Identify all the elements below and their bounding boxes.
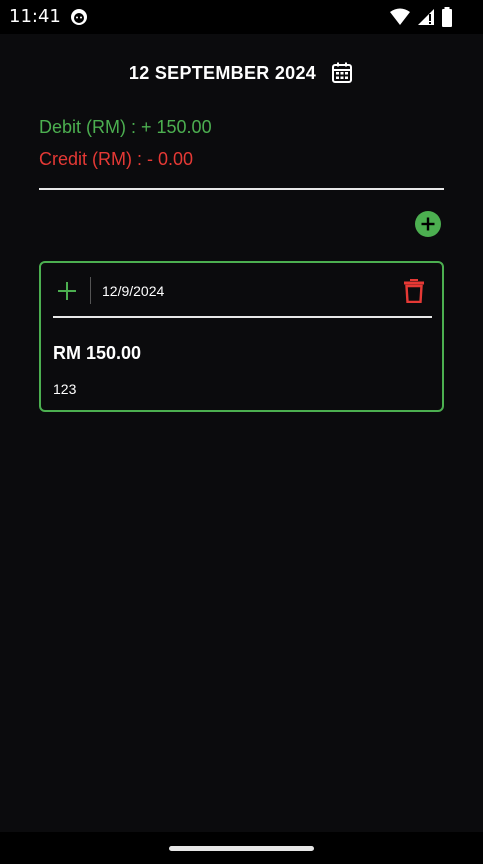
entry-note: 123 <box>53 381 77 397</box>
signal-icon <box>418 9 434 25</box>
app-notification-icon <box>71 9 87 25</box>
battery-icon <box>442 7 452 27</box>
delete-entry-button[interactable] <box>402 277 426 305</box>
trash-icon <box>404 279 424 303</box>
wifi-icon <box>390 8 410 25</box>
entry-type-toggle[interactable] <box>55 279 79 303</box>
home-indicator[interactable] <box>169 846 314 851</box>
header: 12 SEPTEMBER 2024 <box>0 58 483 88</box>
debit-total: Debit (RM) : + 150.00 <box>39 117 212 137</box>
status-icons <box>389 7 453 27</box>
entry-date[interactable]: 12/9/2024 <box>102 283 164 299</box>
date-title: 12 SEPTEMBER 2024 <box>128 62 317 83</box>
entry-divider <box>53 316 432 318</box>
status-time: 11:41 <box>9 6 61 27</box>
summary-divider <box>39 188 444 190</box>
entry-separator <box>90 277 91 304</box>
entry-card[interactable]: 12/9/2024 RM 150.00 123 <box>39 261 444 412</box>
summary: Debit (RM) : + 150.00 Credit (RM) : - 0.… <box>39 116 444 180</box>
status-bar: 11:41 <box>0 0 483 34</box>
plus-icon <box>58 282 76 300</box>
entry-amount: RM 150.00 <box>53 343 142 363</box>
add-entry-button[interactable] <box>415 211 441 237</box>
navigation-bar <box>0 832 483 864</box>
credit-total: Credit (RM) : - 0.00 <box>39 149 194 169</box>
calendar-button[interactable] <box>330 61 354 85</box>
plus-circle-icon <box>421 217 435 231</box>
calendar-icon <box>332 62 353 83</box>
